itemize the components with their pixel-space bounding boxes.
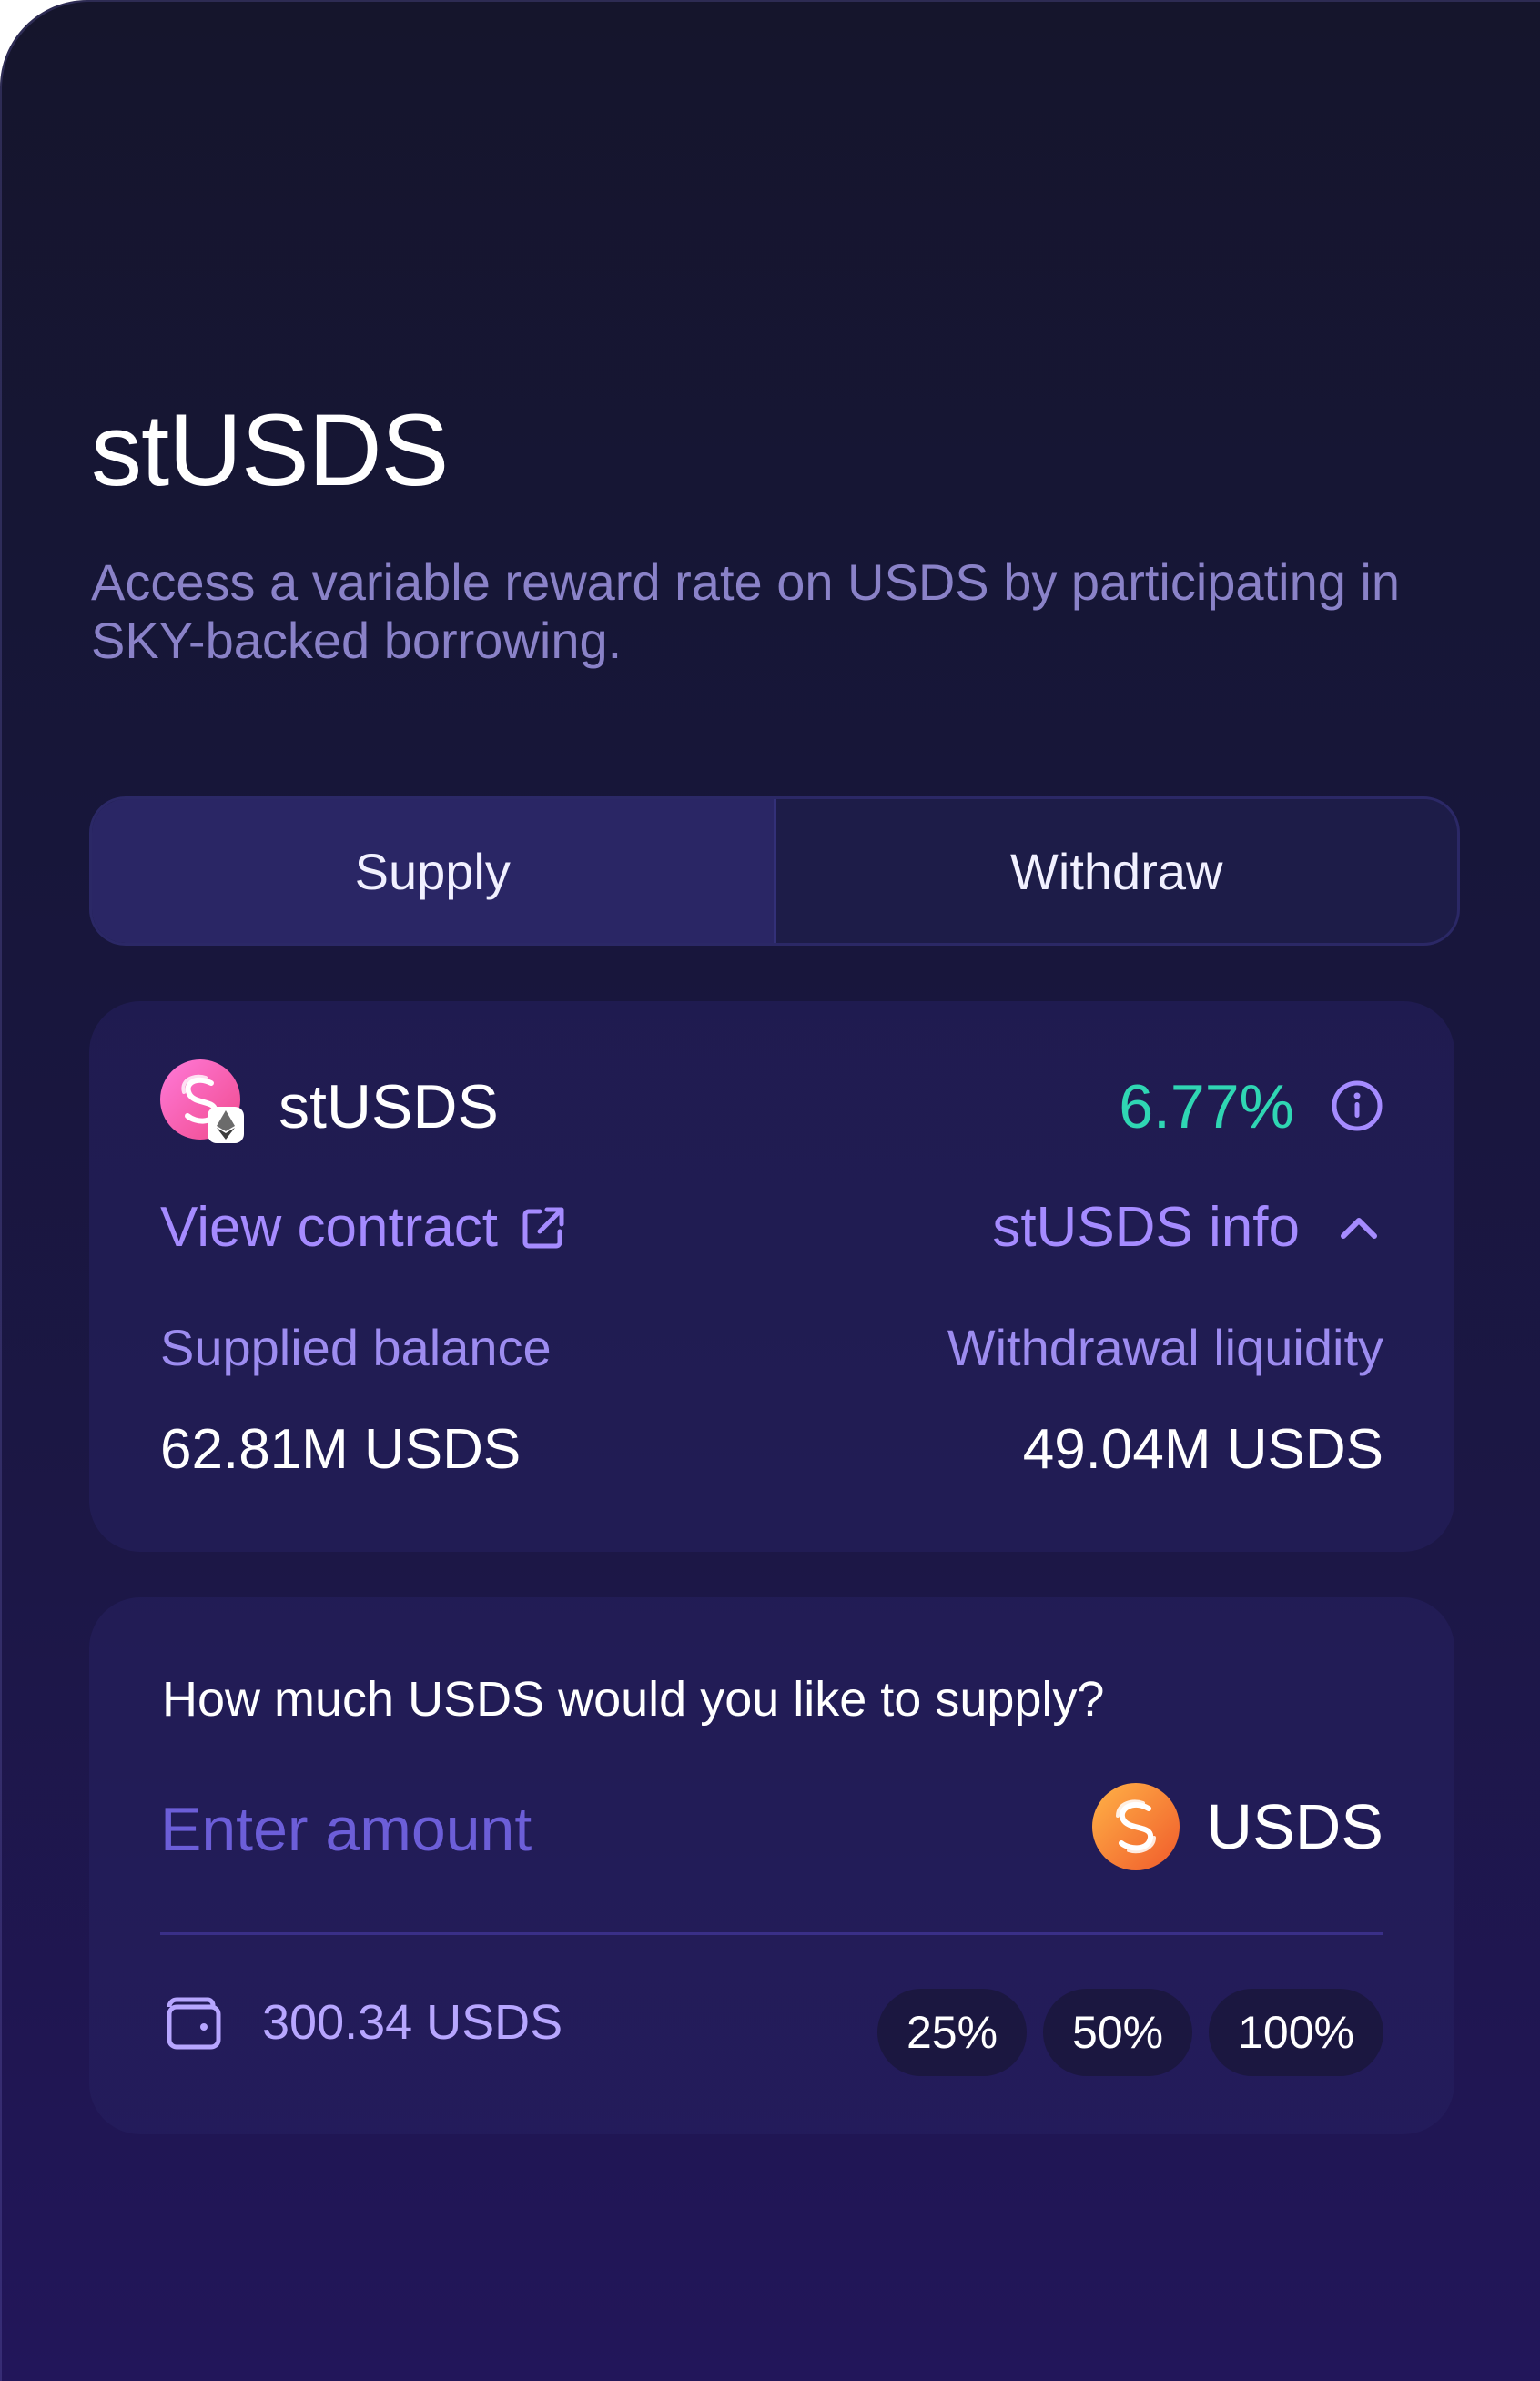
stusds-info-card: stUSDS 6.77% View contract stUSDS info S…: [89, 1001, 1454, 1552]
page-title: stUSDS: [91, 393, 449, 507]
wallet-balance: 300.34 USDS: [262, 1995, 563, 2050]
percent-100-button[interactable]: 100%: [1209, 1989, 1383, 2076]
stusds-panel: stUSDS Access a variable reward rate on …: [0, 0, 1540, 2381]
withdrawal-liquidity-label: Withdrawal liquidity: [947, 1319, 1383, 1376]
percent-buttons: 25% 50% 100%: [876, 1989, 1383, 2076]
percent-50-button[interactable]: 50%: [1043, 1989, 1193, 2076]
token-name: stUSDS: [279, 1072, 499, 1141]
supplied-balance-label: Supplied balance: [160, 1319, 552, 1376]
amount-input[interactable]: [160, 1779, 979, 1879]
stusds-token-icon: [160, 1059, 244, 1143]
token-selector[interactable]: USDS: [1091, 1783, 1383, 1870]
withdrawal-liquidity-value: 49.04M USDS: [1022, 1418, 1383, 1481]
tab-withdraw[interactable]: Withdraw: [776, 799, 1458, 943]
view-contract-link[interactable]: View contract: [160, 1194, 569, 1261]
percent-25-button[interactable]: 25%: [876, 1989, 1028, 2076]
stusds-info-label: stUSDS info: [992, 1196, 1300, 1259]
input-divider: [160, 1932, 1383, 1935]
wallet-balance-row: 300.34 USDS: [162, 1991, 562, 2054]
tab-supply[interactable]: Supply: [92, 799, 776, 943]
supplied-balance-value: 62.81M USDS: [160, 1418, 522, 1481]
stusds-info-toggle[interactable]: stUSDS info: [992, 1194, 1383, 1261]
view-contract-label: View contract: [160, 1196, 499, 1259]
page-subtitle: Access a variable reward rate on USDS by…: [91, 553, 1401, 669]
reward-rate: 6.77%: [1119, 1072, 1294, 1141]
chevron-up-icon: [1341, 1218, 1377, 1239]
usds-token-icon: [1091, 1783, 1180, 1870]
external-link-icon: [522, 1207, 564, 1249]
wallet-icon: [167, 1997, 221, 2050]
supply-withdraw-tabs: Supply Withdraw: [89, 796, 1460, 946]
info-icon[interactable]: [1331, 1079, 1383, 1132]
token-select-label: USDS: [1206, 1791, 1383, 1862]
supply-card: How much USDS would you like to supply? …: [89, 1597, 1454, 2134]
supply-question: How much USDS would you like to supply?: [162, 1672, 1105, 1727]
